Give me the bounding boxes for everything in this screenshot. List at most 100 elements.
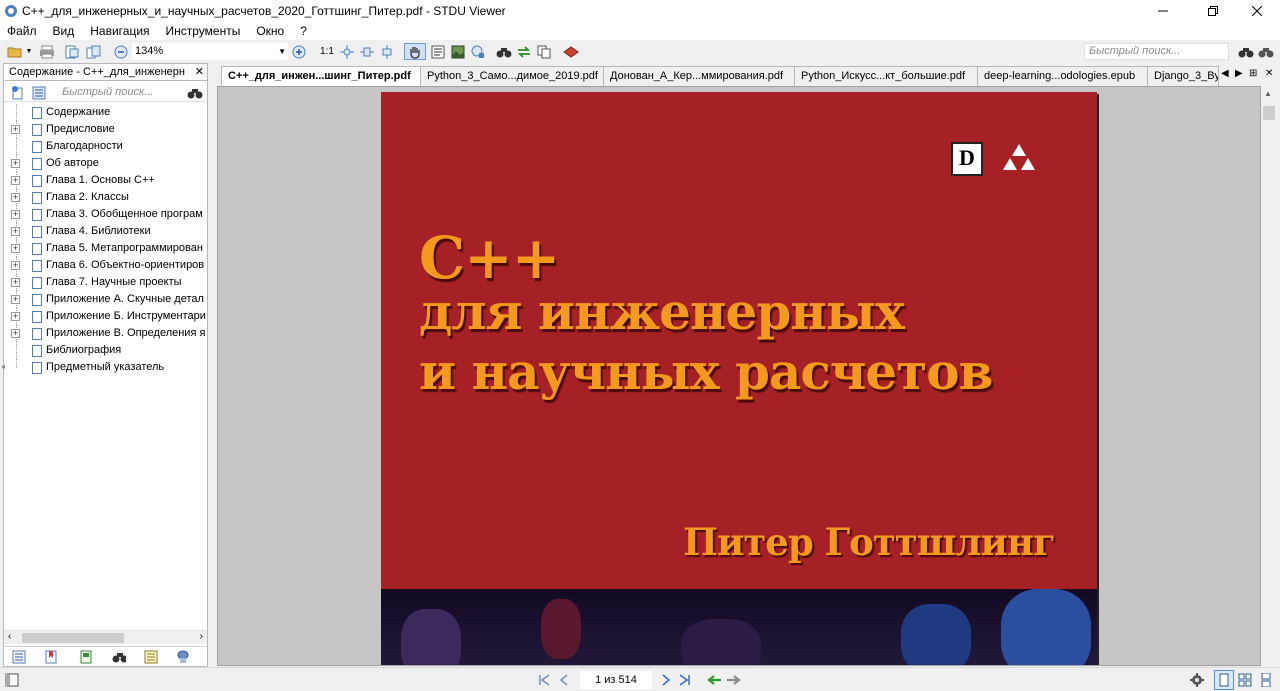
contents-panel-tab[interactable]: Содержание - C++_для_инженерн ✕ — [5, 64, 207, 81]
toc-item[interactable]: + Глава 2. Классы — [4, 189, 207, 206]
open-dropdown[interactable]: ▼ — [25, 43, 33, 60]
last-page-button[interactable] — [677, 672, 693, 688]
scroll-up-icon[interactable]: ▲ — [1264, 89, 1272, 98]
contents-panel-button[interactable] — [12, 650, 26, 664]
toc-item[interactable]: Содержание — [4, 104, 207, 121]
single-page-view-button[interactable] — [1214, 670, 1234, 690]
menu-help[interactable]: ? — [292, 24, 315, 38]
tab-document-5[interactable]: deep-learning...odologies.epub — [977, 66, 1148, 86]
toc-item[interactable]: + Глава 5. Метапрограммирован — [4, 240, 207, 257]
expand-icon[interactable]: + — [11, 125, 20, 134]
tab-scroll-left-icon[interactable]: ◀ — [1221, 68, 1229, 79]
expand-icon[interactable]: + — [11, 159, 20, 168]
zoom-in-button[interactable] — [290, 43, 308, 60]
tab-document-4[interactable]: Python_Искусс...кт_большие.pdf — [794, 66, 978, 86]
expand-icon[interactable]: + — [11, 312, 20, 321]
settings-button[interactable] — [1188, 672, 1206, 688]
toc-item[interactable]: Библиография — [4, 342, 207, 359]
pages-button[interactable] — [85, 43, 103, 60]
toggle-panel-button[interactable] — [4, 672, 20, 688]
menu-window[interactable]: Окно — [248, 24, 292, 38]
quick-search-input[interactable]: Быстрый поиск... — [1084, 43, 1229, 60]
expand-icon[interactable]: + — [11, 210, 20, 219]
expand-icon[interactable]: + — [11, 193, 20, 202]
close-button[interactable] — [1234, 0, 1280, 21]
tab-document-2[interactable]: Python_3_Само...димое_2019.pdf — [420, 66, 604, 86]
vertical-scrollbar[interactable]: ▲ — [1261, 86, 1277, 666]
fit-page-button[interactable] — [338, 43, 356, 60]
expand-icon[interactable]: + — [11, 329, 20, 338]
toc-item[interactable]: + Глава 4. Библиотеки — [4, 223, 207, 240]
toc-item[interactable]: + Приложение А. Скучные детал — [4, 291, 207, 308]
toc-item[interactable]: Благодарности — [4, 138, 207, 155]
expand-icon[interactable]: + — [11, 261, 20, 270]
continuous-view-button[interactable] — [1256, 670, 1276, 690]
tab-scroll-right-icon[interactable]: ▶ — [1235, 68, 1243, 79]
expand-icon[interactable]: + — [11, 244, 20, 253]
hand-tool-button[interactable] — [404, 43, 426, 60]
export-button[interactable] — [63, 43, 81, 60]
thumbnails-panel-button[interactable] — [79, 650, 93, 664]
bookmarks-panel-button[interactable] — [44, 650, 58, 664]
splitter-collapse-icon[interactable]: ◂ — [1, 362, 5, 371]
tab-document-1[interactable]: C++_для_инжен...шинг_Питер.pdf — [221, 66, 421, 87]
zoom-select[interactable]: 134% ▼ — [132, 43, 288, 60]
search-button[interactable] — [1237, 43, 1255, 60]
scrollbar-thumb[interactable] — [1263, 106, 1275, 120]
toc-item[interactable]: + Предисловие — [4, 121, 207, 138]
tab-document-3[interactable]: Донован_А_Кер...ммирования.pdf — [603, 66, 795, 86]
replace-button[interactable] — [515, 43, 533, 60]
toc-item[interactable]: + Глава 7. Научные проекты — [4, 274, 207, 291]
print-button[interactable] — [38, 43, 56, 60]
expand-icon[interactable]: + — [11, 176, 20, 185]
search-panel-button[interactable] — [112, 650, 126, 664]
expand-icon[interactable]: + — [11, 227, 20, 236]
menu-view[interactable]: Вид — [45, 24, 83, 38]
page-number-input[interactable]: 1 из 514 — [580, 671, 652, 689]
toc-item[interactable]: + Приложение Б. Инструментари — [4, 308, 207, 325]
zoom-out-button[interactable] — [112, 43, 130, 60]
tab-list-icon[interactable]: ⊞ — [1249, 68, 1257, 79]
find-button[interactable] — [495, 43, 513, 60]
add-bookmark-button[interactable] — [10, 84, 26, 101]
toc-item[interactable]: + Об авторе — [4, 155, 207, 172]
scroll-right-icon[interactable]: › — [200, 631, 203, 642]
history-forward-button[interactable] — [725, 672, 743, 688]
menu-file[interactable]: Файл — [0, 24, 45, 38]
expand-icon[interactable]: + — [11, 278, 20, 287]
copy-button[interactable] — [535, 43, 553, 60]
toc-item[interactable]: + Приложение В. Определения я — [4, 325, 207, 342]
actual-size-button[interactable]: 1:1 — [318, 43, 336, 60]
fit-height-button[interactable] — [378, 43, 396, 60]
contents-search-button[interactable] — [187, 84, 203, 101]
select-image-button[interactable] — [449, 43, 467, 60]
scrollbar-thumb[interactable] — [22, 633, 124, 643]
history-back-button[interactable] — [705, 672, 723, 688]
menu-tools[interactable]: Инструменты — [158, 24, 249, 38]
toc-item[interactable]: + Глава 1. Основы C++ — [4, 172, 207, 189]
select-text-button[interactable] — [429, 43, 447, 60]
previous-page-button[interactable] — [556, 672, 572, 688]
expand-icon[interactable]: + — [11, 295, 20, 304]
horizontal-scrollbar[interactable]: ‹ › — [4, 630, 207, 644]
tab-document-6[interactable]: Django_3_By — [1147, 66, 1219, 86]
restore-button[interactable] — [1190, 0, 1236, 21]
minimize-button[interactable] — [1140, 0, 1186, 21]
open-button[interactable] — [5, 43, 25, 60]
close-icon[interactable]: ✕ — [195, 64, 204, 80]
two-page-view-button[interactable] — [1235, 670, 1255, 690]
close-tab-icon[interactable]: ✕ — [1265, 68, 1273, 79]
toc-item[interactable]: + Глава 3. Обобщенное програм — [4, 206, 207, 223]
toc-item[interactable]: + Глава 6. Объектно-ориентиров — [4, 257, 207, 274]
fit-width-button[interactable] — [358, 43, 376, 60]
notes-panel-button[interactable] — [144, 650, 158, 664]
menu-navigation[interactable]: Навигация — [82, 24, 157, 38]
first-page-button[interactable] — [536, 672, 552, 688]
toc-item[interactable]: Предметный указатель — [4, 359, 207, 376]
scroll-left-icon[interactable]: ‹ — [8, 631, 11, 642]
search-next-button[interactable] — [1257, 43, 1275, 60]
toc-options-button[interactable] — [31, 84, 47, 101]
next-page-button[interactable] — [658, 672, 674, 688]
layers-panel-button[interactable] — [176, 650, 190, 664]
snapshot-button[interactable] — [469, 43, 487, 60]
